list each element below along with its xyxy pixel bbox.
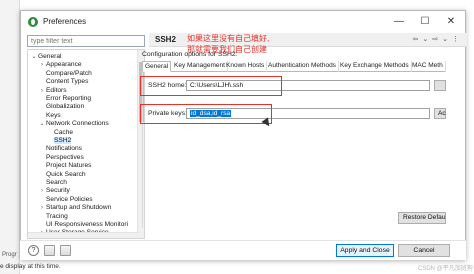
tab-key-exchange-methods[interactable]: Key Exchange Methods [338, 61, 412, 72]
tree-item-label: Network Connections [46, 120, 109, 128]
tab-known-hosts[interactable]: Known Hosts [224, 61, 268, 72]
nav-arrows[interactable]: ⇦⌄⇨⌄⋮ [413, 35, 463, 43]
page-title: SSH2 [155, 35, 176, 44]
private-keys-highlight [140, 104, 272, 124]
chevron-down-icon[interactable]: ⌄ [30, 53, 38, 62]
watermark: CSDN @平凡加班狗 [418, 266, 473, 272]
tab-general[interactable]: General [142, 61, 172, 72]
tree-item[interactable]: Quick Search [28, 170, 86, 179]
tree-item-label: General [38, 53, 62, 60]
tree-item[interactable]: Project Natures [28, 161, 91, 170]
tree-item-label: Error Reporting [46, 95, 92, 102]
maximize-icon[interactable]: ☐ [417, 15, 433, 29]
tree-item[interactable]: Tracing [28, 212, 68, 221]
chevron-down-icon[interactable]: ⌄ [38, 120, 46, 129]
tree-item-label: SSH2 [54, 137, 72, 144]
dialog-footer: ? Apply and Close Cancel [20, 240, 466, 260]
tab-bar: General Key Management Known Hosts Authe… [142, 61, 446, 72]
tree-item[interactable]: Search [28, 178, 67, 187]
import-preferences-icon[interactable] [44, 245, 55, 256]
ssh2-home-browse-button[interactable] [434, 80, 446, 91]
close-icon[interactable]: ✕ [443, 15, 459, 29]
apply-and-close-button[interactable]: Apply and Close [336, 244, 394, 257]
window-title: Preferences [43, 17, 87, 26]
chevron-right-icon[interactable]: › [38, 61, 46, 70]
config-label: Configuration options for SSH2: [142, 51, 238, 58]
cancel-button[interactable]: Cancel [398, 244, 450, 257]
chevron-right-icon[interactable]: › [38, 187, 46, 196]
tree-item-label: Keys [46, 111, 61, 119]
tree-item-label: Cache [54, 128, 74, 136]
chevron-right-icon[interactable]: › [38, 204, 46, 213]
tree-item-label: Service Policies [46, 195, 93, 203]
annotation-line-1: 如果这里没有自己填好, [187, 34, 270, 43]
tree-horizontal-scrollbar[interactable] [28, 232, 139, 238]
tree-item-label: UI Responsiveness Monitori [46, 221, 129, 228]
tree-item[interactable]: Notifications [28, 144, 82, 153]
tree-item[interactable]: › Editors [28, 86, 67, 95]
tree-item-label: Tracing [46, 212, 68, 220]
preferences-tree: ›User Storage ServiceUI Responsiveness M… [27, 49, 145, 239]
tree-item[interactable]: Content Types [28, 77, 88, 86]
tree-item-label: Globalization [46, 103, 85, 111]
tab-key-management[interactable]: Key Management [172, 61, 228, 72]
tree-item-label: Security [46, 187, 70, 195]
restore-defaults-button[interactable]: Restore Defau [398, 212, 446, 224]
export-preferences-icon[interactable] [60, 245, 71, 256]
tree-item-label: Compare/Patch [46, 69, 92, 77]
tree-item[interactable]: › Startup and Shutdown [28, 203, 111, 212]
tree-item-label: Perspectives [46, 153, 84, 161]
tree-item[interactable]: UI Responsiveness Monitori [28, 220, 128, 229]
title-bar: Preferences — ☐ ✕ [21, 11, 465, 33]
ssh2-home-highlight [140, 76, 282, 96]
tree-item-label: Quick Search [46, 170, 86, 178]
tree-item[interactable]: › Security [28, 186, 70, 195]
eclipse-app-icon [28, 17, 38, 27]
tree-item-label: Content Types [46, 78, 89, 86]
tree-item[interactable]: SSH2 [28, 136, 72, 145]
tab-authentication-methods[interactable]: Authentication Methods [266, 61, 339, 72]
chevron-right-icon[interactable]: › [38, 87, 46, 96]
minimize-icon[interactable]: — [391, 15, 407, 29]
tree-item-label: Project Natures [46, 162, 92, 170]
tree-item[interactable]: Globalization [28, 102, 84, 111]
tree-item-label: Editors [46, 86, 67, 94]
tree-item-label: Startup and Shutdown [46, 204, 112, 212]
tree-item[interactable]: Perspectives [28, 153, 84, 162]
tree-item-label: Appearance [46, 61, 82, 69]
background-status-text: e display at this time. [0, 263, 61, 270]
progress-view-label: Progr [2, 252, 17, 258]
add-private-key-button[interactable]: Ac [434, 108, 446, 119]
help-icon[interactable]: ? [28, 245, 39, 256]
tree-item[interactable]: ⌄General [28, 52, 61, 61]
tab-mac-methods[interactable]: MAC Meth [410, 61, 446, 72]
tree-item[interactable]: Cache [28, 128, 73, 137]
tree-item-label: Search [46, 179, 67, 186]
filter-input[interactable] [27, 35, 145, 47]
tree-item[interactable]: ⌄Network Connections [28, 119, 109, 129]
tree-item[interactable]: Keys [28, 111, 61, 120]
background-workbench: Progr [0, 0, 20, 274]
tree-item-label: Notifications [46, 145, 82, 153]
